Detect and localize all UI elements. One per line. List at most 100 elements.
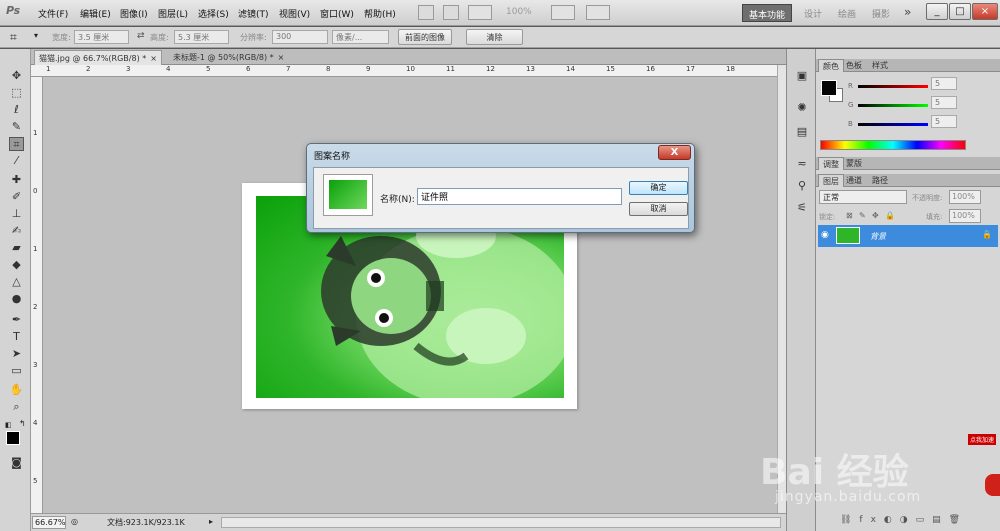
paint-bucket-tool-icon[interactable]: ◆ — [9, 258, 24, 272]
quick-mask-icon[interactable]: ◙ — [9, 456, 24, 470]
tab-channels[interactable]: 通道 — [842, 174, 866, 187]
green-slider[interactable] — [858, 104, 928, 107]
foreground-color-swatch[interactable] — [6, 431, 20, 445]
shape-tool-icon[interactable]: ▭ — [9, 364, 24, 378]
tool-presets-icon[interactable]: ⚟ — [794, 201, 810, 215]
screen-mode-dropdown[interactable] — [586, 5, 610, 20]
navigator-icon[interactable]: ▤ — [794, 125, 810, 139]
default-colors-icon[interactable]: ◧ — [5, 421, 12, 429]
cancel-button[interactable]: 取消 — [629, 202, 688, 216]
workspace-painting[interactable]: 绘画 — [832, 4, 862, 22]
menu-select[interactable]: 选择(S) — [198, 7, 229, 20]
character-icon[interactable]: ≂ — [794, 157, 810, 171]
menu-file[interactable]: 文件(F) — [38, 7, 68, 20]
ok-button[interactable]: 确定 — [629, 181, 688, 195]
close-tab-icon[interactable]: × — [150, 54, 157, 63]
arrange-documents-dropdown[interactable] — [551, 5, 575, 20]
lock-position-icon[interactable]: ✥ — [872, 211, 879, 220]
menu-help[interactable]: 帮助(H) — [364, 7, 396, 20]
lock-image-icon[interactable]: ✎ — [859, 211, 866, 220]
move-tool-icon[interactable]: ✥ — [9, 69, 24, 83]
clone-stamp-tool-icon[interactable]: ⊥ — [9, 207, 24, 221]
menu-window[interactable]: 窗口(W) — [320, 7, 354, 20]
layer-background-row[interactable]: ◉ 背景 🔒 — [818, 225, 998, 247]
minimize-icon[interactable]: _ — [926, 3, 948, 20]
menu-edit[interactable]: 编辑(E) — [80, 7, 111, 20]
zoom-tool-icon[interactable]: ⌕ — [9, 400, 24, 414]
resolution-input[interactable]: 300 — [272, 30, 328, 44]
swap-icon[interactable]: ⇄ — [137, 31, 145, 41]
fill-input[interactable]: 100% — [949, 209, 981, 223]
swap-colors-icon[interactable]: ↰ — [19, 419, 26, 428]
zoom-input[interactable]: 66.67% — [32, 516, 66, 529]
lock-all-icon[interactable]: 🔒 — [885, 211, 895, 220]
brush-tool-icon[interactable]: ✐ — [9, 190, 24, 204]
tab-styles[interactable]: 样式 — [868, 59, 892, 72]
pattern-name-input[interactable] — [417, 188, 622, 205]
opacity-input[interactable]: 100% — [949, 190, 981, 204]
blue-value[interactable]: 5 — [931, 115, 957, 128]
close-icon[interactable]: × — [972, 3, 998, 20]
eraser-tool-icon[interactable]: ▰ — [9, 241, 24, 255]
path-select-tool-icon[interactable]: ➤ — [9, 347, 24, 361]
workspace-design[interactable]: 设计 — [798, 4, 828, 22]
actions-icon[interactable]: ✺ — [794, 101, 810, 115]
tab-paths[interactable]: 路径 — [868, 174, 892, 187]
menu-image[interactable]: 图像(I) — [120, 7, 148, 20]
dialog-close-button[interactable]: X — [658, 145, 691, 160]
tab-adjustments[interactable]: 调整 — [818, 157, 844, 170]
layers-footer-icons[interactable]: ⛓fx◐◑▭▤🗑 — [840, 515, 968, 525]
resolution-unit-select[interactable]: 像素/... — [332, 30, 389, 44]
tab-untitled-1[interactable]: 未标题-1 @ 50%(RGB/8) * × — [169, 50, 288, 65]
status-icon[interactable]: ◎ — [71, 517, 78, 526]
bridge-icon[interactable] — [418, 5, 434, 20]
more-workspaces-icon[interactable]: » — [898, 2, 917, 20]
tab-masks[interactable]: 蒙版 — [842, 157, 866, 170]
speed-badge[interactable]: 点我加速 — [968, 434, 997, 445]
eye-icon[interactable]: ◉ — [821, 230, 829, 240]
menu-filter[interactable]: 滤镜(T) — [238, 7, 269, 20]
width-input[interactable]: 3.5 厘米 — [74, 30, 129, 44]
blend-mode-select[interactable]: 正常 — [819, 190, 907, 204]
hand-tool-icon[interactable]: ✋ — [9, 383, 24, 397]
history-brush-tool-icon[interactable]: ✍ — [9, 224, 24, 238]
side-widget-icon[interactable] — [985, 474, 1000, 496]
restore-icon[interactable]: □ — [949, 3, 971, 20]
history-icon[interactable]: ▣ — [794, 69, 810, 83]
menu-view[interactable]: 视图(V) — [279, 7, 310, 20]
tab-color[interactable]: 颜色 — [818, 59, 844, 72]
blue-slider[interactable] — [858, 123, 928, 126]
eyedropper-tool-icon[interactable]: ⁄ — [9, 154, 24, 168]
zoom-level[interactable]: 100% — [506, 7, 532, 17]
lock-transparent-icon[interactable]: ⊠ — [846, 211, 853, 220]
clear-button[interactable]: 清除 — [466, 29, 523, 45]
quick-select-tool-icon[interactable]: ✎ — [9, 120, 24, 134]
horizontal-scrollbar[interactable] — [221, 517, 781, 528]
minibridge-icon[interactable] — [443, 5, 459, 20]
crop-tool-icon[interactable]: ⌗ — [9, 137, 24, 151]
lasso-tool-icon[interactable]: ℓ — [9, 103, 24, 117]
tab-cat-jpg[interactable]: 猫猫.jpg @ 66.7%(RGB/8) * × — [34, 50, 162, 65]
view-extras-dropdown[interactable] — [468, 5, 492, 20]
marquee-tool-icon[interactable]: ⬚ — [9, 86, 24, 100]
menu-layer[interactable]: 图层(L) — [158, 7, 188, 20]
tab-layers[interactable]: 图层 — [818, 174, 844, 187]
color-fg-swatch[interactable] — [821, 80, 837, 96]
red-value[interactable]: 5 — [931, 77, 957, 90]
pen-tool-icon[interactable]: ✒ — [9, 313, 24, 327]
healing-brush-tool-icon[interactable]: ✚ — [9, 173, 24, 187]
height-input[interactable]: 5.3 厘米 — [174, 30, 229, 44]
crop-tool-icon[interactable]: ⌗ — [10, 30, 17, 45]
workspace-essentials[interactable]: 基本功能 — [742, 4, 793, 22]
dodge-tool-icon[interactable]: ● — [9, 292, 24, 306]
layer-name[interactable]: 背景 — [870, 231, 886, 242]
color-spectrum[interactable] — [820, 140, 966, 150]
workspace-photography[interactable]: 摄影 — [866, 4, 896, 22]
blur-tool-icon[interactable]: △ — [9, 275, 24, 289]
red-slider[interactable] — [858, 85, 928, 88]
green-value[interactable]: 5 — [931, 96, 957, 109]
front-image-button[interactable]: 前面的图像 — [398, 29, 452, 45]
clone-source-icon[interactable]: ⚲ — [794, 179, 810, 193]
tool-preset-chevron-icon[interactable]: ▾ — [34, 31, 38, 40]
tab-swatches[interactable]: 色板 — [842, 59, 866, 72]
